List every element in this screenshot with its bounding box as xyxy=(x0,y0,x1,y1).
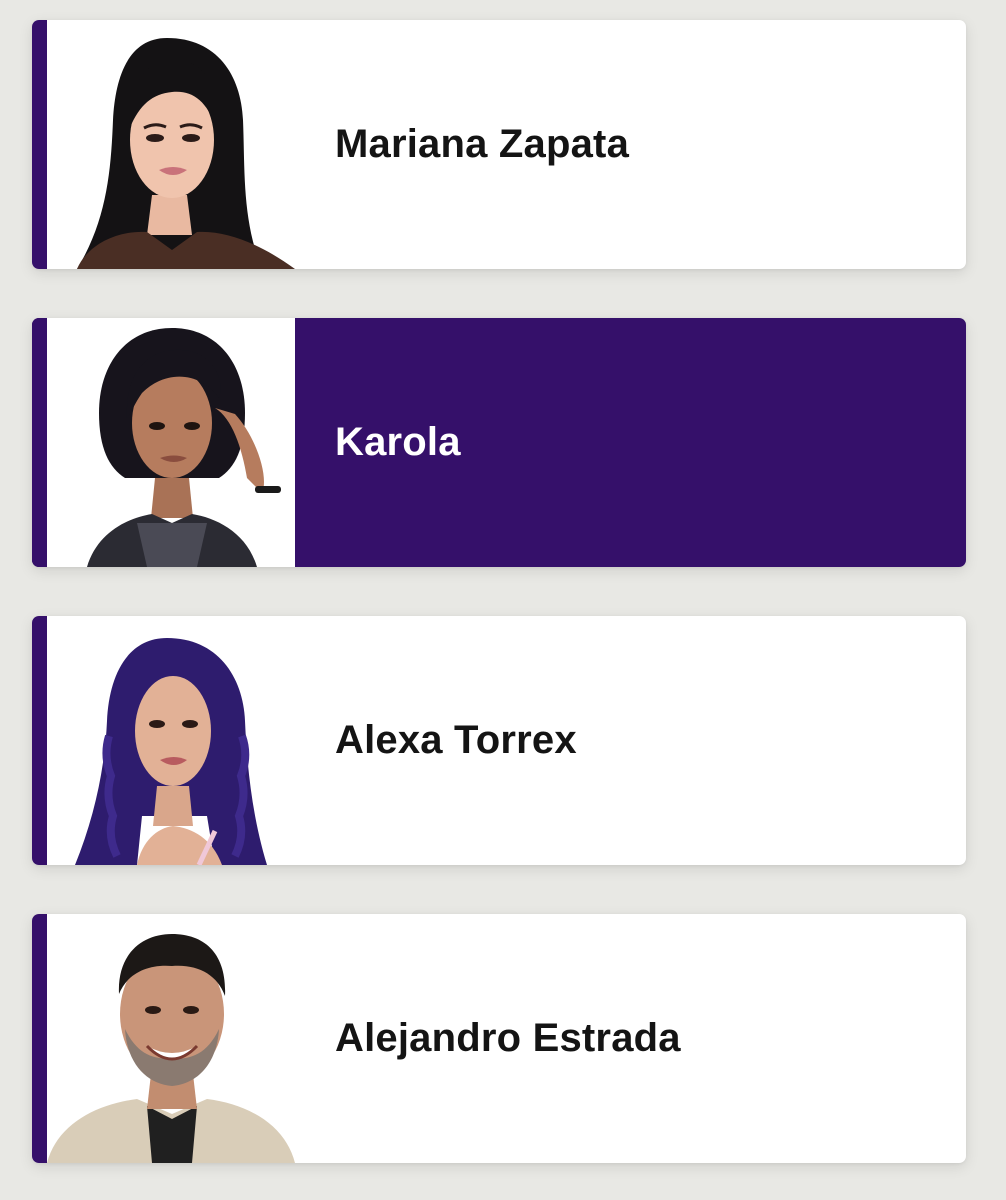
contestant-name: Mariana Zapata xyxy=(335,122,630,166)
contestant-card-alejandro-estrada[interactable]: Alejandro Estrada xyxy=(32,914,966,1163)
card-accent-bar xyxy=(32,914,47,1163)
contestant-card-mariana-zapata[interactable]: Mariana Zapata xyxy=(32,20,966,269)
contestant-card-alexa-torrex[interactable]: Alexa Torrex xyxy=(32,616,966,865)
contestant-photo xyxy=(47,616,295,865)
portrait-man-dark-hair-beard-icon xyxy=(47,934,295,1163)
contestant-photo xyxy=(47,20,295,269)
contestant-name: Alejandro Estrada xyxy=(335,1016,681,1060)
card-accent-bar xyxy=(32,616,47,865)
contestant-photo xyxy=(47,318,295,567)
contestant-photo xyxy=(47,914,295,1163)
card-accent-bar xyxy=(32,318,47,567)
portrait-woman-wavy-purple-hair-icon xyxy=(75,638,267,865)
portrait-woman-long-black-hair-icon xyxy=(77,38,295,269)
card-accent-bar xyxy=(32,20,47,269)
contestant-name: Alexa Torrex xyxy=(335,718,577,762)
contestant-card-karola[interactable]: Karola xyxy=(32,318,966,567)
portrait-woman-short-black-hair-icon xyxy=(47,318,295,567)
contestant-name: Karola xyxy=(335,420,461,464)
